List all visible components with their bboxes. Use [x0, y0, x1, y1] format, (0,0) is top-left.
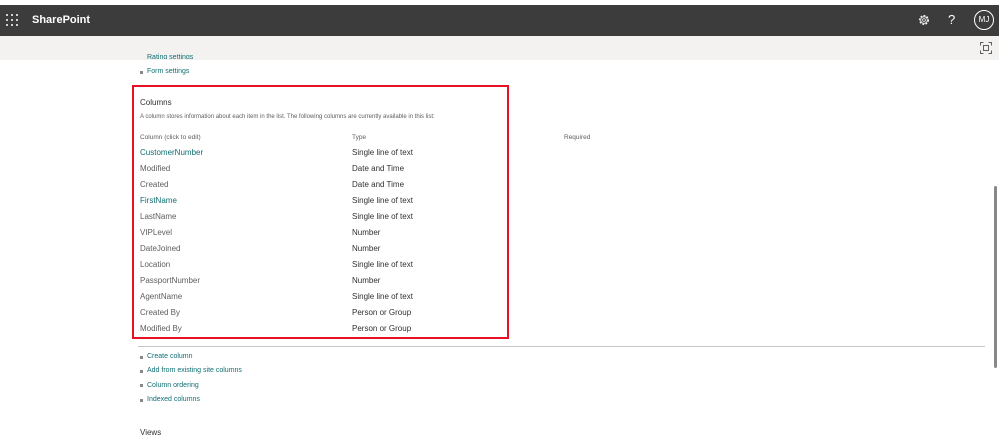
column-header-required: Required — [564, 134, 591, 141]
bullet-icon — [140, 399, 143, 402]
scrollbar-thumb[interactable] — [994, 186, 997, 368]
bullet-icon — [140, 71, 143, 74]
help-button[interactable]: ? — [948, 11, 955, 29]
add-existing-columns-link[interactable]: Add from existing site columns — [147, 366, 242, 376]
column-ordering-link[interactable]: Column ordering — [147, 381, 199, 391]
suite-bar: SharePoint ? MJ — [0, 5, 999, 36]
highlight-box — [132, 85, 509, 339]
app-launcher-icon[interactable] — [6, 14, 18, 26]
rating-settings-link[interactable]: Rating settings — [147, 53, 193, 59]
section-divider — [138, 346, 985, 347]
indexed-columns-link[interactable]: Indexed columns — [147, 395, 200, 405]
views-heading: Views — [140, 428, 162, 437]
gear-icon[interactable] — [917, 12, 931, 28]
create-column-link[interactable]: Create column — [147, 352, 193, 362]
bullet-icon — [140, 384, 143, 387]
avatar[interactable]: MJ — [974, 10, 994, 30]
app-title[interactable]: SharePoint — [32, 12, 90, 28]
bullet-icon — [140, 370, 143, 373]
form-settings-link[interactable]: Form settings — [147, 67, 189, 77]
bullet-icon — [140, 356, 143, 359]
focus-mode-icon[interactable] — [980, 42, 992, 54]
